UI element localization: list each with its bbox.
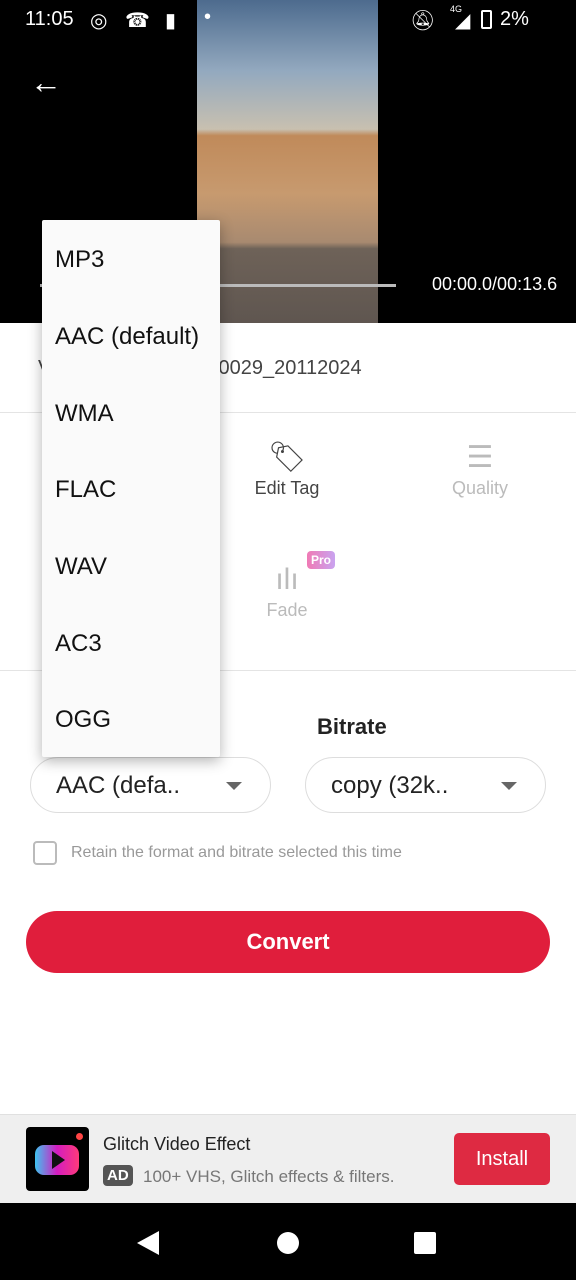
bell-off-icon: 🔕︎ bbox=[410, 10, 436, 32]
tool-label: Fade bbox=[266, 600, 308, 620]
menu-item-mp3[interactable]: MP3 bbox=[55, 246, 104, 274]
install-button[interactable]: Install bbox=[454, 1133, 550, 1185]
sliders-icon: ☰ bbox=[466, 441, 494, 474]
back-arrow-icon[interactable]: ← bbox=[30, 66, 62, 98]
missed-call-icon: ☎ bbox=[125, 10, 150, 32]
tag-icon: 🏷︎ bbox=[267, 441, 307, 474]
ad-banner[interactable]: Glitch Video Effect AD 100+ VHS, Glitch … bbox=[0, 1114, 576, 1203]
convert-button[interactable]: Convert bbox=[26, 911, 550, 973]
dropdown-arrow-icon bbox=[226, 782, 242, 790]
video-frame bbox=[197, 0, 378, 323]
home-nav-icon[interactable] bbox=[277, 1232, 299, 1254]
tool-edit-tag[interactable]: 🏷︎ Edit Tag bbox=[227, 438, 347, 499]
tool-fade[interactable]: ılı Fade bbox=[227, 560, 347, 621]
ad-badge: AD bbox=[103, 1165, 133, 1186]
format-select[interactable]: AAC (defa.. bbox=[30, 757, 271, 813]
file-name-visible: .0029_20112024 bbox=[213, 357, 362, 379]
retain-checkbox[interactable] bbox=[33, 841, 57, 865]
tool-quality[interactable]: ☰ Quality bbox=[420, 438, 540, 499]
format-menu: MP3 AAC (default) WMA FLAC WAV AC3 OGG bbox=[42, 220, 220, 757]
format-value: AAC (defa.. bbox=[56, 772, 181, 799]
back-nav-icon[interactable] bbox=[137, 1231, 159, 1255]
dropdown-arrow-icon bbox=[501, 782, 517, 790]
ad-app-icon bbox=[26, 1127, 89, 1191]
status-time: 11:05 bbox=[25, 8, 74, 30]
signal-icon: ◢ bbox=[455, 10, 471, 32]
timecode: 00:00.0/00:13.6 bbox=[432, 274, 558, 294]
pro-badge: Pro bbox=[307, 551, 336, 569]
menu-item-wav[interactable]: WAV bbox=[55, 553, 107, 581]
ad-text: 100+ VHS, Glitch effects & filters. bbox=[143, 1167, 395, 1186]
menu-item-aac[interactable]: AAC (default) bbox=[55, 323, 199, 351]
menu-item-ogg[interactable]: OGG bbox=[55, 706, 111, 734]
battery-percent: 2% bbox=[500, 8, 529, 30]
nav-bar bbox=[0, 1203, 576, 1280]
menu-item-flac[interactable]: FLAC bbox=[55, 476, 116, 504]
whatsapp-icon: ◎ bbox=[90, 10, 108, 32]
battery-alert-icon: ▮ bbox=[165, 10, 177, 32]
status-bar: 11:05 ◎ ☎ ▮ • 🔕︎ 4G ◢ 2% bbox=[0, 0, 576, 40]
tool-label: Quality bbox=[451, 478, 509, 498]
recents-nav-icon[interactable] bbox=[414, 1232, 436, 1254]
menu-item-ac3[interactable]: AC3 bbox=[55, 630, 102, 658]
battery-icon bbox=[481, 10, 492, 29]
dot-icon: • bbox=[204, 6, 212, 28]
menu-item-wma[interactable]: WMA bbox=[55, 400, 114, 428]
ad-title: Glitch Video Effect bbox=[103, 1134, 251, 1154]
bitrate-select[interactable]: copy (32k.. bbox=[305, 757, 546, 813]
retain-label: Retain the format and bitrate selected t… bbox=[71, 844, 402, 861]
bitrate-value: copy (32k.. bbox=[331, 772, 449, 799]
tool-label: Edit Tag bbox=[254, 478, 320, 498]
bitrate-label: Bitrate bbox=[317, 714, 387, 739]
